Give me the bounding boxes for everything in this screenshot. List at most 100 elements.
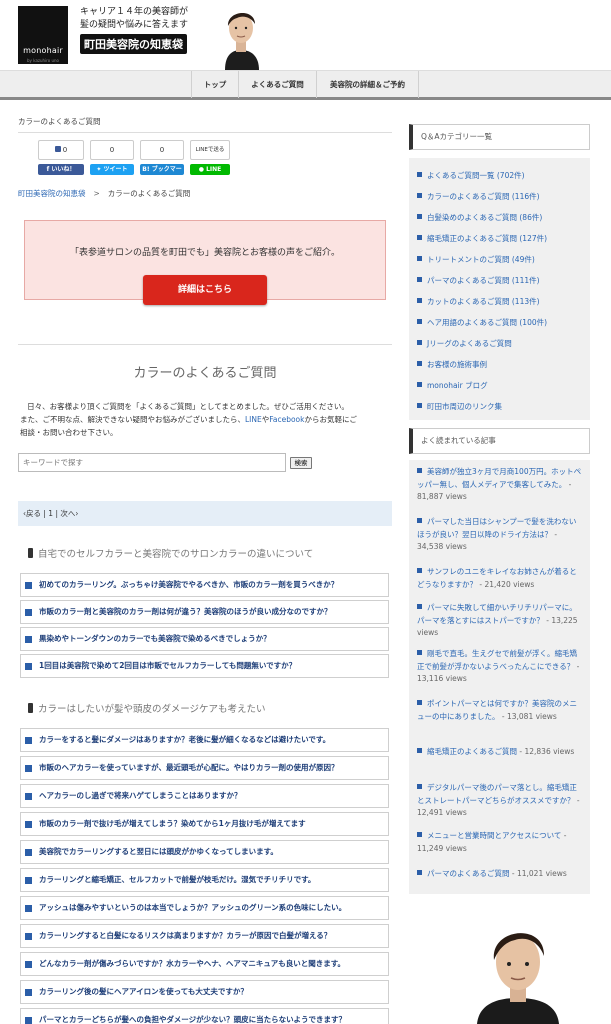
square-bullet-icon bbox=[417, 214, 422, 219]
sidebar-category-link[interactable]: ヘア用語のよくあるご質問 (100件) bbox=[417, 317, 547, 328]
square-bullet-icon bbox=[25, 636, 32, 643]
phone-icon bbox=[28, 548, 33, 558]
sidebar-category-link[interactable]: お客様の施術事例 bbox=[417, 359, 487, 370]
sidebar-category-link[interactable]: カットのよくあるご質問 (113件) bbox=[417, 296, 540, 307]
page-category-label: カラーのよくあるご質問 bbox=[18, 117, 101, 126]
sidebar-category-link[interactable]: 縮毛矯正のよくあるご質問 (127件) bbox=[417, 233, 547, 244]
square-bullet-icon bbox=[417, 172, 422, 177]
hatena-bookmark-button[interactable]: B! ブックマーク bbox=[140, 164, 184, 184]
promo-detail-button[interactable]: 詳細はこちら bbox=[143, 275, 267, 305]
bookmark-count: 0 bbox=[159, 146, 165, 154]
popular-article-link[interactable]: 剛毛で直毛。生えグセで前髪が浮く。縮毛矯正で前髪が浮かないようべったんこにできる… bbox=[417, 648, 583, 686]
stylist-portrait bbox=[457, 914, 579, 1024]
sidebar-category-link[interactable]: monohair ブログ bbox=[417, 380, 488, 391]
question-link[interactable]: 市販のカラー剤と美容院のカラー剤は何が違う？美容院のほうが良い成分なのですか？ bbox=[20, 600, 389, 624]
sidebar-popular-heading: よく読まれている記事 bbox=[409, 428, 590, 454]
pagination[interactable]: ‹戻る | 1 | 次へ› bbox=[18, 501, 392, 526]
line-button[interactable]: ● LINE bbox=[190, 164, 230, 175]
line-send-box[interactable]: LINEで送る bbox=[190, 140, 230, 160]
square-bullet-icon bbox=[25, 961, 32, 968]
nav-item-top[interactable]: トップ bbox=[191, 71, 238, 98]
question-link[interactable]: アッシュは傷みやすいというのは本当でしょうか？アッシュのグリーン系の色味にしたい… bbox=[20, 896, 389, 920]
popular-article-link[interactable]: 美容師が独立3ヶ月で月商100万円。ホットペッパー無し、個人メディアで集客してみ… bbox=[417, 466, 583, 504]
square-bullet-icon bbox=[25, 793, 32, 800]
question-link[interactable]: 市販のヘアカラーを使っていますが、最近頭毛が心配に。やはりカラー剤の使用が原因？ bbox=[20, 756, 389, 780]
facebook-link[interactable]: Facebook bbox=[269, 415, 304, 424]
sidebar-category-link[interactable]: パーマのよくあるご質問 (111件) bbox=[417, 275, 540, 286]
square-bullet-icon bbox=[417, 650, 422, 655]
category-heading: 自宅でのセルフカラーと美容院でのサロンカラーの違いについて bbox=[28, 548, 313, 562]
square-bullet-icon bbox=[25, 905, 32, 912]
popular-article-link[interactable]: メニューと営業時間とアクセスについて - 11,249 views bbox=[417, 830, 583, 855]
breadcrumb-home-link[interactable]: 町田美容院の知恵袋 bbox=[18, 189, 86, 198]
sidebar-category-link[interactable]: 町田市周辺のリンク集 bbox=[417, 401, 502, 412]
popular-article-link[interactable]: 縮毛矯正のよくあるご質問 - 12,836 views bbox=[417, 746, 583, 759]
square-bullet-icon bbox=[417, 235, 422, 240]
site-logo[interactable]: monohair by kazuhiro uno bbox=[18, 6, 68, 64]
facebook-like-button[interactable]: f いいね！ bbox=[38, 164, 84, 175]
sidebar-category-link[interactable]: トリートメントのご質問 (49件) bbox=[417, 254, 535, 265]
search-button[interactable]: 検索 bbox=[290, 457, 312, 469]
phone-icon bbox=[28, 703, 33, 713]
search-input[interactable] bbox=[18, 453, 286, 472]
promo-text: 「表参道サロンの品質を町田でも」美容院とお客様の声をご紹介。 bbox=[69, 248, 340, 258]
square-bullet-icon bbox=[417, 361, 422, 366]
popular-article-link[interactable]: パーマに失敗して細かいチリチリパーマに。パーマを落とすにはストパーですか？ - … bbox=[417, 602, 583, 640]
sidebar-category-link[interactable]: カラーのよくあるご質問 (116件) bbox=[417, 191, 540, 202]
brand-title[interactable]: 町田美容院の知恵袋 bbox=[80, 34, 187, 54]
question-link[interactable]: カラーリング後の髪にヘアアイロンを使っても大丈夫ですか？ bbox=[20, 980, 389, 1004]
square-bullet-icon bbox=[417, 298, 422, 303]
line-link[interactable]: LINE bbox=[245, 415, 262, 424]
question-link[interactable]: 初めてのカラーリング。ぶっちゃけ美容院でやるべきか、市販のカラー剤を買うべきか？ bbox=[20, 573, 389, 597]
divider bbox=[18, 344, 392, 345]
sidebar-category-link[interactable]: 白髪染めのよくあるご質問 (86件) bbox=[417, 212, 542, 223]
line-icon: ● bbox=[198, 166, 207, 173]
nav-item-salon-detail[interactable]: 美容院の詳細＆ご予約 bbox=[316, 71, 419, 98]
sidebar-category-link[interactable]: Jリーグのよくあるご質問 bbox=[417, 338, 512, 349]
question-link[interactable]: 1回目は美容院で染めて2回目は市販でセルフカラーしても問題無いですか？ bbox=[20, 654, 389, 678]
square-bullet-icon bbox=[25, 765, 32, 772]
question-link[interactable]: パーマとカラーどちらが髪への負担やダメージが少ない？頭皮に当たらないようできます… bbox=[20, 1008, 389, 1024]
square-bullet-icon bbox=[25, 821, 32, 828]
popular-article-link[interactable]: パーマのよくあるご質問 - 11,021 views bbox=[417, 868, 583, 881]
popular-article-link[interactable]: デジタルパーマ後のパーマ落とし。縮毛矯正とストレートパーマどちらがオススメですか… bbox=[417, 782, 583, 820]
popular-article-link[interactable]: パーマした当日はシャンプーで髪を洗わないほうが良い？翌日以降のドライ方法は？ -… bbox=[417, 516, 583, 554]
intro-line-2: また、ご不明な点、解決できない疑問やお悩みがございましたら、LINEやFaceb… bbox=[20, 415, 357, 424]
category-heading: カラーはしたいが髪や頭皮のダメージケアも考えたい bbox=[28, 703, 266, 717]
question-link[interactable]: 美容院でカラーリングすると翌日には頭皮がかゆくなってしまいます。 bbox=[20, 840, 389, 864]
breadcrumb: 町田美容院の知恵袋 > カラーのよくあるご質問 bbox=[18, 188, 190, 199]
page-title: カラーのよくあるご質問 bbox=[133, 366, 277, 381]
intro-line-1: 日々、お客様より頂くご質問を「よくあるご質問」としてまとめました。ぜひご活用くだ… bbox=[27, 402, 349, 411]
square-bullet-icon bbox=[417, 256, 422, 261]
popular-article-link[interactable]: ポイントパーマとは何ですか？美容院のメニューの中にありました。 - 13,081… bbox=[417, 698, 583, 723]
square-bullet-icon bbox=[417, 382, 422, 387]
divider bbox=[18, 132, 392, 133]
square-bullet-icon bbox=[25, 737, 32, 744]
sidebar-category-link[interactable]: よくあるご質問一覧 (702件) bbox=[417, 170, 525, 181]
sidebar-popular-list: 美容師が独立3ヶ月で月商100万円。ホットペッパー無し、個人メディアで集客してみ… bbox=[409, 460, 590, 894]
question-link[interactable]: 市販のカラー剤で抜け毛が増えてしまう？染めてから1ヶ月抜け毛が増えてます bbox=[20, 812, 389, 836]
global-nav: トップ よくあるご質問 美容院の詳細＆ご予約 bbox=[0, 70, 611, 100]
question-link[interactable]: ヘアカラーのし過ぎで将来ハゲてしまうことはありますか？ bbox=[20, 784, 389, 808]
square-bullet-icon bbox=[417, 403, 422, 408]
square-bullet-icon bbox=[25, 849, 32, 856]
square-bullet-icon bbox=[25, 609, 32, 616]
question-link[interactable]: カラーリングと縮毛矯正、セルフカットで前髪が枝毛だけ。湿気でチリチリです。 bbox=[20, 868, 389, 892]
tweet-button[interactable]: ✦ ツイート bbox=[90, 164, 134, 175]
question-link[interactable]: カラーリングすると白髪になるリスクは高まりますか？カラーが原因で白髪が増える？ bbox=[20, 924, 389, 948]
tweet-label: ツイート bbox=[103, 166, 128, 173]
facebook-like-label: いいね！ bbox=[51, 166, 76, 173]
popular-article-link[interactable]: サンフレのユニをキレイなお姉さんが着るとどうなりますか？ - 21,420 vi… bbox=[417, 566, 583, 591]
square-bullet-icon bbox=[417, 340, 422, 345]
nav-item-faq[interactable]: よくあるご質問 bbox=[238, 71, 316, 98]
sidebar-category-list: よくあるご質問一覧 (702件) カラーのよくあるご質問 (116件) 白髪染め… bbox=[409, 158, 590, 420]
square-bullet-icon bbox=[417, 870, 422, 875]
sidebar-category-heading: Q＆Aカテゴリー一覧 bbox=[409, 124, 590, 150]
like-count: 0 bbox=[62, 146, 68, 154]
tweet-count-box: 0 bbox=[90, 140, 134, 160]
line-label: LINE bbox=[206, 166, 222, 173]
question-link[interactable]: カラーをすると髪にダメージはありますか？老後に髪が細くなるなどは避けたいです。 bbox=[20, 728, 389, 752]
question-link[interactable]: どんなカラー剤が傷みづらいですか？水カラーやヘナ、ヘアマニキュアも良いと聞きます… bbox=[20, 952, 389, 976]
like-count-box[interactable]: 0 bbox=[38, 140, 84, 160]
question-link[interactable]: 黒染めやトーンダウンのカラーでも美容院で染めるべきでしょうか？ bbox=[20, 627, 389, 651]
